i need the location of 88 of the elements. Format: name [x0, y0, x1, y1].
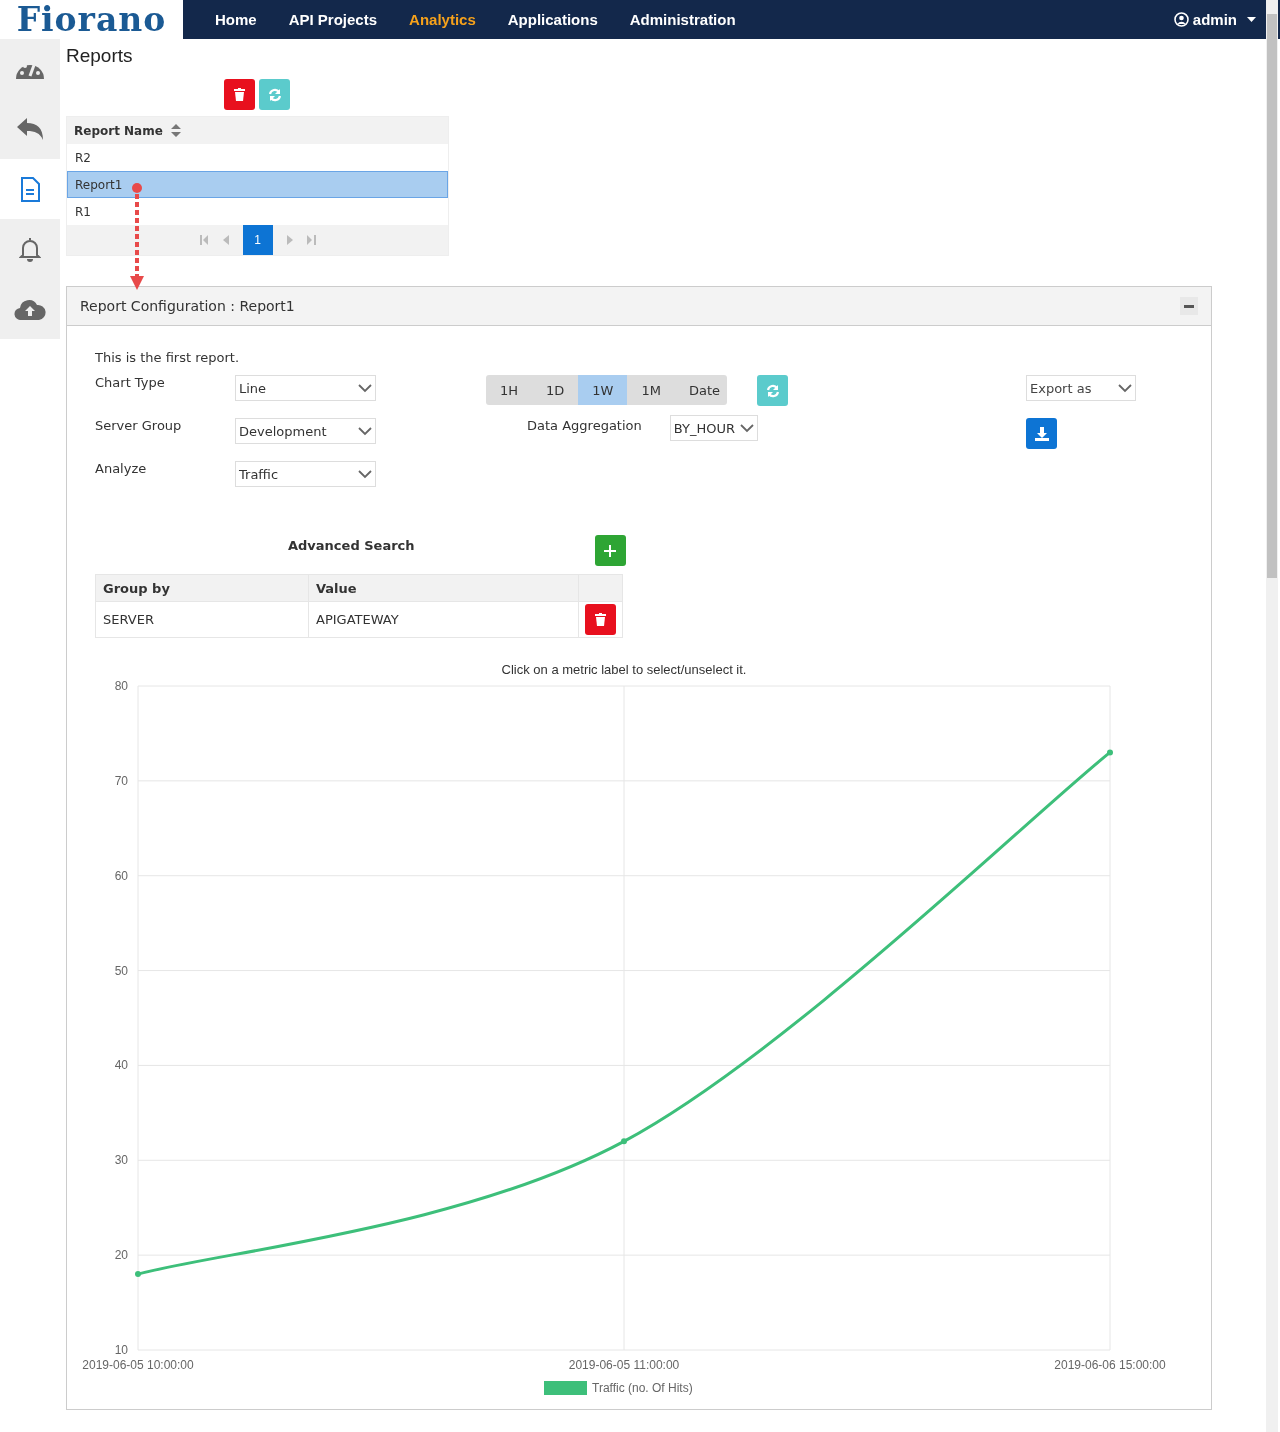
report-row[interactable]: Report1: [67, 171, 448, 198]
legend-swatch[interactable]: [544, 1381, 587, 1395]
minus-icon: [1184, 304, 1194, 308]
chevron-icon: [358, 469, 372, 479]
x-tick-label: 2019-06-05 11:00:00: [568, 1358, 680, 1372]
chart-hint: Click on a metric label to select/unselect it.: [501, 662, 747, 677]
nav-link[interactable]: Applications: [491, 11, 614, 28]
x-tick-label: 2019-06-06 15:00:00: [1054, 1358, 1166, 1372]
report-description: This is the first report.: [95, 350, 241, 365]
nav-link[interactable]: Administration: [613, 11, 752, 28]
analyze-dropdown[interactable]: Traffic: [235, 461, 376, 487]
column-header: Group by: [95, 574, 309, 602]
delete-button[interactable]: [224, 79, 255, 110]
nav-link[interactable]: Analytics: [393, 11, 492, 28]
placeholder: Export as: [1030, 380, 1092, 396]
last-page-icon[interactable]: [306, 235, 316, 245]
bell-icon: [19, 236, 41, 262]
report-row[interactable]: R2: [67, 144, 448, 171]
download-button[interactable]: [1026, 418, 1057, 449]
section-title: Advanced Search: [288, 538, 415, 553]
y-tick-label: 10: [114, 1343, 128, 1357]
panel-title: Report Configuration : Report1: [80, 298, 295, 314]
previous-page-icon[interactable]: [222, 235, 229, 245]
refresh-icon: [765, 383, 780, 398]
chart-type-dropdown[interactable]: Line: [235, 375, 376, 401]
field-label: Analyze: [95, 461, 148, 476]
add-button[interactable]: [594, 535, 626, 566]
field-label: Chart Type: [95, 375, 166, 390]
export-dropdown[interactable]: Export as: [1026, 375, 1136, 401]
data-point: [621, 1138, 627, 1145]
y-tick-label: 50: [114, 963, 128, 978]
refresh-icon: [267, 87, 282, 102]
nav-link[interactable]: Home: [199, 11, 273, 28]
trash-icon: [234, 88, 245, 101]
first-page-icon[interactable]: [199, 235, 209, 245]
caret-icon: [1247, 17, 1256, 22]
column-header: Value: [308, 574, 579, 602]
chevron-icon: [1118, 383, 1132, 393]
sidebar-item[interactable]: [0, 219, 60, 279]
y-tick-label: 80: [114, 679, 128, 693]
sidebar-item[interactable]: [0, 279, 60, 339]
y-tick-label: 40: [114, 1058, 128, 1073]
data-point: [135, 1271, 141, 1278]
user-icon: [1173, 12, 1189, 27]
scrollbar-thumb[interactable]: [1267, 14, 1277, 578]
plus-icon: [604, 544, 617, 557]
range-button[interactable]: Date: [674, 375, 727, 405]
y-tick-label: 20: [114, 1248, 128, 1263]
report-row[interactable]: R1: [67, 198, 448, 225]
cloud-upload-icon: [14, 298, 46, 320]
y-tick-label: 60: [114, 868, 128, 883]
range-button[interactable]: 1M: [627, 375, 675, 405]
nav-link[interactable]: API Projects: [272, 11, 394, 28]
chevron-icon: [358, 383, 372, 393]
user-name[interactable]: admin: [1192, 11, 1237, 28]
table-cell: SERVER: [95, 601, 309, 638]
page-title: Reports: [66, 45, 134, 67]
column-header[interactable]: Report Name: [74, 123, 163, 138]
range-button[interactable]: 1D: [532, 375, 579, 405]
sort-icon: [170, 124, 181, 137]
next-page-icon[interactable]: [286, 235, 293, 245]
aggregation-dropdown[interactable]: BY_HOUR: [669, 415, 758, 441]
collapse-button[interactable]: [1180, 297, 1198, 315]
field-label: Server Group: [95, 418, 183, 433]
sidebar-item[interactable]: [0, 99, 60, 159]
undo-icon: [16, 117, 44, 141]
y-tick-label: 70: [114, 773, 128, 788]
chevron-icon: [358, 426, 372, 436]
delete-button[interactable]: [585, 604, 616, 635]
range-button[interactable]: 1W: [578, 375, 628, 405]
refresh-button[interactable]: [757, 375, 788, 406]
page-button[interactable]: 1: [242, 225, 273, 255]
download-icon: [1034, 426, 1049, 441]
legend-label[interactable]: Traffic (no. Of Hits): [592, 1381, 693, 1395]
server-group-dropdown[interactable]: Development: [235, 418, 376, 444]
trash-icon: [595, 613, 606, 626]
range-button[interactable]: 1H: [486, 375, 533, 405]
sidebar-item[interactable]: [0, 39, 60, 99]
refresh-button[interactable]: [259, 79, 290, 110]
chevron-icon: [739, 423, 754, 433]
y-tick-label: 30: [114, 1153, 128, 1168]
scrollbar[interactable]: [1266, 0, 1278, 1432]
table-cell: APIGATEWAY: [308, 601, 579, 638]
x-tick-label: 2019-06-05 10:00:00: [82, 1358, 194, 1372]
document-icon: [20, 176, 40, 202]
logo: Fiorano: [0, 0, 183, 39]
field-label: Data Aggregation: [527, 418, 642, 433]
data-point: [1107, 749, 1113, 756]
